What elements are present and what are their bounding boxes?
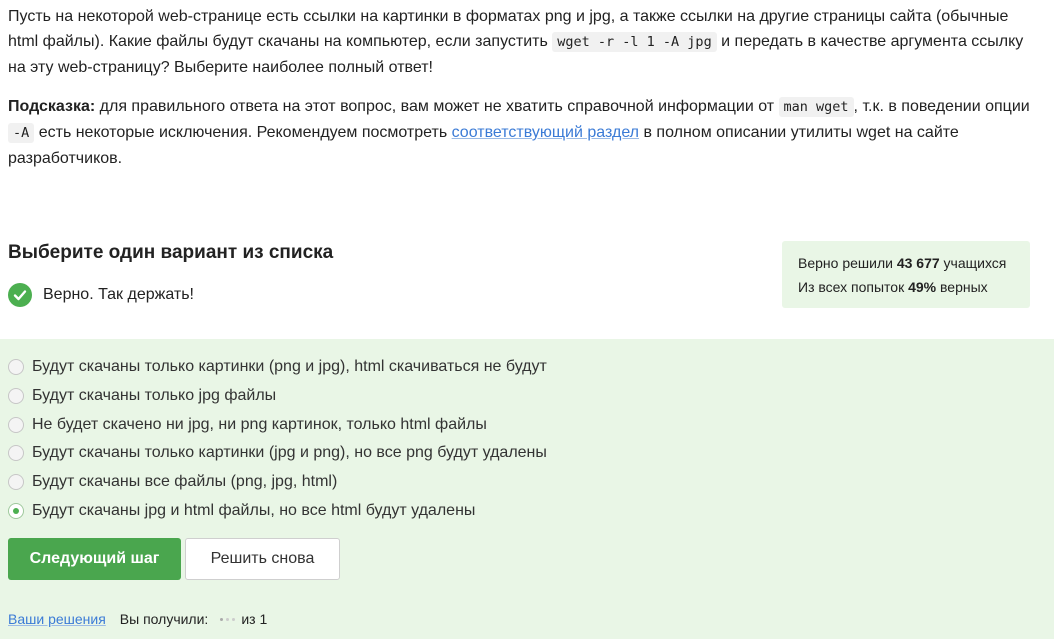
option-label: Будут скачаны только картинки (png и jpg… [32,358,547,376]
docs-section-link[interactable]: соответствующий раздел [452,124,639,141]
option-item[interactable]: Не будет скачено ни jpg, ни png картинок… [8,410,547,439]
stats-attempts: Из всех попыток 49% верных [798,275,1014,299]
question-paragraph: Пусть на некоторой web-странице есть ссы… [8,4,1038,80]
score-total: из 1 [241,611,268,627]
stats-solved-prefix: Верно решили [798,255,897,271]
option-label: Будут скачаны только jpg файлы [32,387,277,405]
radio-button[interactable] [8,416,24,433]
option-item[interactable]: Будут скачаны только jpg файлы [8,382,547,411]
radio-button[interactable] [8,445,24,462]
radio-button[interactable] [8,359,24,376]
option-label: Не будет скачено ни jpg, ни png картинок… [32,415,487,433]
stats-attempts-suffix: верных [936,279,988,295]
option-label: Будут скачаны jpg и html файлы, но все h… [32,501,476,519]
hint-text-part: , т.к. в поведении опции [853,98,1030,115]
radio-button[interactable] [8,502,24,519]
option-label: Будут скачаны все файлы (png, jpg, html) [32,473,338,491]
option-item[interactable]: Будут скачаны только картинки (jpg и png… [8,439,547,468]
hint-paragraph: Подсказка: для правильного ответа на это… [8,94,1038,171]
next-step-button[interactable]: Следующий шаг [8,538,181,580]
stats-box: Верно решили 43 677 учащихся Из всех поп… [782,241,1030,308]
result-status: Верно. Так держать! [8,283,194,307]
hint-text-part: есть некоторые исключения. Рекомендуем п… [34,124,452,141]
result-text: Верно. Так держать! [43,286,194,303]
check-circle-icon [8,283,32,307]
hint-text-part: для правильного ответа на этот вопрос, в… [95,98,779,115]
stats-solved-count: 43 677 [896,255,940,271]
score-footer: Ваши решения Вы получили: из 1 [8,611,267,627]
options-list: Будут скачаны только картинки (png и jpg… [8,353,547,525]
score-dots-icon [220,617,236,621]
question-text: Пусть на некоторой web-странице есть ссы… [8,4,1038,185]
stats-attempts-pct: 49% [908,279,937,295]
hint-label: Подсказка: [8,98,96,115]
stats-attempts-prefix: Из всех попыток [798,279,909,295]
answer-panel: Будут скачаны только картинки (png и jpg… [0,339,1054,639]
option-item[interactable]: Будут скачаны jpg и html файлы, но все h… [8,496,547,525]
option-item[interactable]: Будут скачаны только картинки (png и jpg… [8,353,547,382]
stats-solved-suffix: учащихся [939,255,1007,271]
radio-button[interactable] [8,388,24,405]
your-solutions-link[interactable]: Ваши решения [8,611,106,627]
score-label: Вы получили: [119,611,209,627]
retry-button[interactable]: Решить снова [185,538,340,580]
stats-solved: Верно решили 43 677 учащихся [798,251,1014,275]
choose-title: Выберите один вариант из списка [8,242,334,263]
option-item[interactable]: Будут скачаны все файлы (png, jpg, html) [8,468,547,497]
code-snippet: man wget [778,97,854,117]
code-snippet: wget -r -l 1 -A jpg [552,32,717,52]
code-snippet: -A [8,123,35,143]
option-label: Будут скачаны только картинки (jpg и png… [32,444,547,462]
radio-button[interactable] [8,474,24,491]
